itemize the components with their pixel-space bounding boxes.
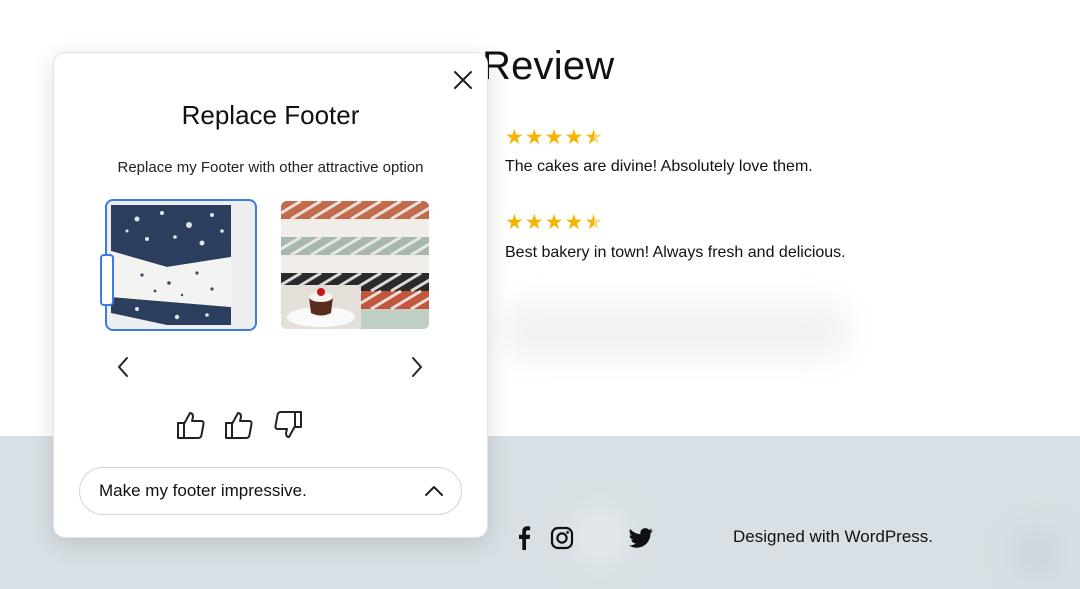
chevron-up-icon: [425, 486, 443, 496]
close-button[interactable]: [451, 68, 475, 92]
expand-prompt-button[interactable]: [423, 480, 445, 502]
modal-title: Replace Footer: [181, 100, 360, 130]
facebook-icon[interactable]: [514, 524, 534, 552]
drag-handle[interactable]: [100, 254, 114, 306]
next-option-button[interactable]: [405, 353, 429, 381]
review-text: Best bakery in town! Always fresh and de…: [505, 244, 846, 261]
review-heading: Review: [482, 44, 615, 88]
like-button[interactable]: [222, 408, 256, 442]
thumbs-up-icon: [177, 412, 205, 439]
modal-subtitle: Replace my Footer with other attractive …: [117, 159, 424, 176]
chevron-right-icon: [412, 357, 422, 377]
replace-footer-modal: Replace Footer Replace my Footer with ot…: [53, 52, 488, 538]
thumbs-down-icon: [274, 411, 302, 438]
twitter-icon[interactable]: [627, 524, 655, 552]
footer-credit: Designed with WordPress.: [733, 527, 933, 546]
like-button[interactable]: [174, 408, 208, 442]
instagram-icon[interactable]: [549, 524, 575, 552]
prompt-input[interactable]: Make my footer impressive.: [79, 467, 462, 515]
thumbs-up-icon: [225, 412, 253, 439]
close-icon: [454, 71, 472, 89]
previous-option-button[interactable]: [111, 353, 135, 381]
chevron-left-icon: [118, 357, 128, 377]
footer-option-chevron-cake[interactable]: [281, 201, 429, 329]
rating-stars: ★★★★★: [505, 211, 605, 234]
dislike-button[interactable]: [271, 408, 305, 442]
review-text: The cakes are divine! Absolutely love th…: [505, 158, 813, 175]
footer-option-navy-floral[interactable]: [105, 199, 257, 331]
prompt-input-value: Make my footer impressive.: [99, 481, 307, 500]
rating-stars: ★★★★★: [505, 126, 605, 149]
